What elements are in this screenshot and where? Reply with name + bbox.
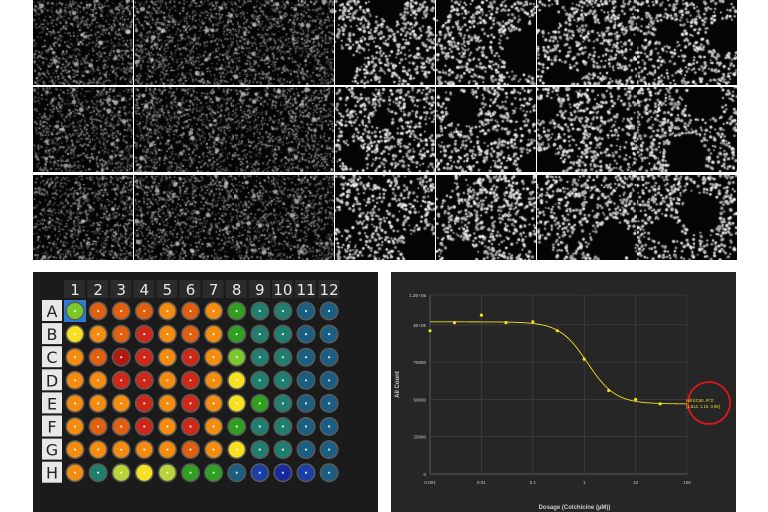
plate-column-label: 1 [70,281,80,299]
x-tick-label: 0.01 [477,480,486,485]
y-tick-label: 75000 [413,360,426,365]
plate-row-label: C [46,348,57,367]
plate-column-label: 7 [209,281,219,299]
plate-row-label: F [47,418,56,437]
micrograph-tile [335,175,435,260]
plate-row-label: G [46,441,58,460]
dose-response-chart-panel: 0 25000 50000 75000 1E+05 1.2E+05 0.001 0.01 0.1… [391,272,736,512]
plate-row-label: D [46,371,58,390]
x-tick-label: 100 [683,480,691,485]
micrograph-tile [436,0,536,85]
y-tick-label: 1.2E+05 [409,293,426,298]
data-point [607,388,611,393]
plate-column-label: 11 [296,281,315,299]
x-tick-label: 0.001 [424,480,436,485]
plate-column-label: 5 [163,281,173,299]
micrograph-tile [537,175,637,260]
plate-row-label: B [47,325,58,344]
micrograph-tile [134,175,234,260]
y-tick-label: 1E+05 [413,323,427,328]
ec50-annotation-circle [687,381,731,425]
micrograph-tile [234,0,334,85]
micrograph-tile [335,0,435,85]
micrograph-tile [234,87,334,172]
dose-response-chart: 0 25000 50000 75000 1E+05 1.2E+05 0.001 0.01 0.1… [395,293,731,511]
micrograph-tile [33,175,133,260]
micrograph-tile [637,87,737,172]
ec50-annotation-line1: Hill EC50, R^2: [686,398,714,403]
y-tick-label: 50000 [413,397,426,402]
plate-row-label: H [46,464,58,483]
y-tick-label: 0 [423,472,426,477]
micrograph-tile [436,87,536,172]
micrograph-tile [33,87,133,172]
ec50-annotation-line2: [1.614, 1.16, 0.99] [686,404,720,409]
well-plate-panel: 1 2 3 4 5 6 7 8 9 10 11 12 A B C D E F G H [33,272,378,512]
plate-column-label: 10 [273,281,292,299]
micrograph-tile [33,0,133,85]
micrograph-tile [234,175,334,260]
plate-row-label: A [47,302,58,321]
plate-column-label: 8 [232,281,242,299]
data-point [479,313,483,317]
data-point [504,320,508,325]
plate-column-label: 12 [320,281,339,299]
data-point [531,320,535,324]
x-tick-label: 1 [583,480,586,485]
well-plate-heatmap: 1 2 3 4 5 6 7 8 9 10 11 12ABCDEFGH [42,280,340,483]
plate-column-label: 4 [140,281,150,299]
plate-column-label: 2 [93,281,103,299]
data-point [555,329,559,333]
micrograph-tile [134,0,234,85]
data-point [428,329,432,333]
data-point [582,357,586,361]
micrograph-tile [537,87,637,172]
micrograph-tile [335,87,435,172]
plate-column-label: 3 [116,281,126,299]
data-point [658,402,662,406]
x-axis-label: Dosage (Colchicine (µM)) [539,505,611,511]
fit-curve [430,321,688,405]
x-tick-label: 10 [633,480,639,485]
micrograph-grid [33,0,737,260]
micrograph-tile [134,87,234,172]
y-axis-label: All Count [395,371,401,398]
micrograph-tile [436,175,536,260]
plate-column-label: 9 [255,281,265,299]
micrograph-tile [537,0,637,85]
x-tick-label: 0.1 [530,480,537,485]
data-point [452,320,457,325]
plate-row-label: E [47,394,57,413]
data-point [634,397,638,402]
micrograph-tile [637,0,737,85]
micrograph-tile [637,175,737,260]
plate-column-label: 6 [186,281,196,299]
y-tick-label: 25000 [413,435,426,440]
